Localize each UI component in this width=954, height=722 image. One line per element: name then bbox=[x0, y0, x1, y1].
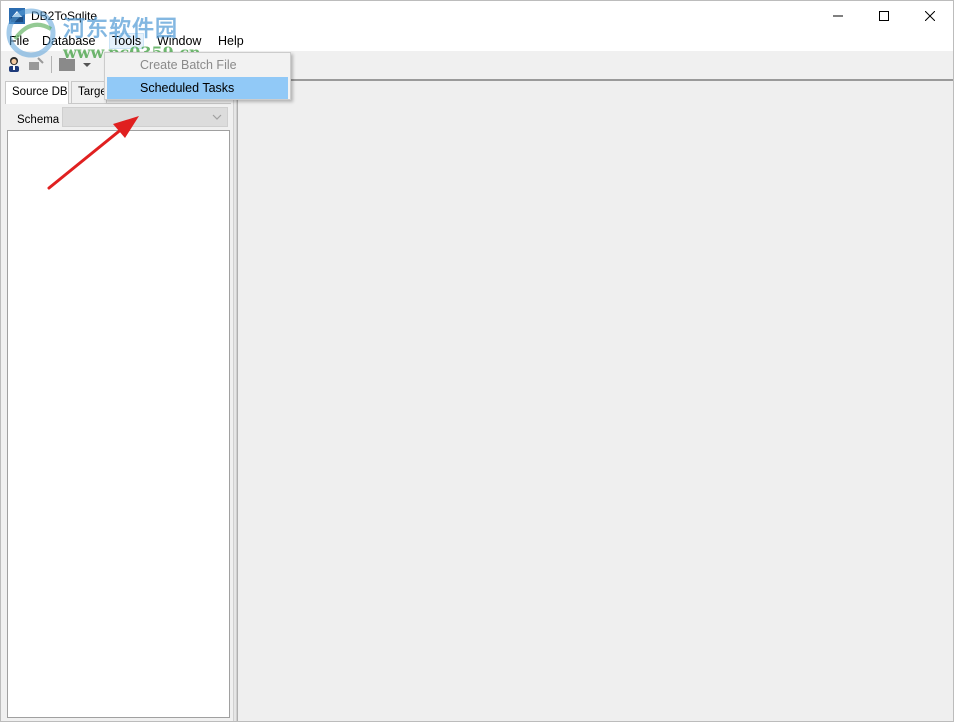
menu-window[interactable]: Window bbox=[157, 34, 201, 48]
app-window: DB2ToSqlite File Database Tools Window H… bbox=[0, 0, 954, 722]
disconnect-icon[interactable] bbox=[27, 55, 45, 73]
close-icon bbox=[925, 11, 935, 21]
toolbar-separator bbox=[51, 56, 52, 73]
close-button[interactable] bbox=[907, 1, 953, 31]
menu-file[interactable]: File bbox=[9, 34, 29, 48]
menu-tools[interactable]: Tools bbox=[108, 33, 145, 49]
menu-bar: File Database Tools Window Help bbox=[1, 31, 953, 51]
maximize-icon bbox=[879, 11, 889, 21]
object-tree[interactable] bbox=[7, 130, 230, 718]
menu-database[interactable]: Database bbox=[42, 34, 96, 48]
menu-help[interactable]: Help bbox=[218, 34, 244, 48]
schema-label: Schema bbox=[17, 114, 60, 126]
chevron-down-icon bbox=[212, 114, 222, 120]
folder-icon[interactable] bbox=[58, 55, 76, 73]
menu-item-scheduled-tasks[interactable]: Scheduled Tasks bbox=[107, 77, 288, 99]
dropdown-arrow-icon[interactable] bbox=[83, 63, 91, 67]
window-title: DB2ToSqlite bbox=[31, 9, 98, 23]
title-bar[interactable]: DB2ToSqlite bbox=[1, 1, 953, 31]
workspace-area bbox=[237, 79, 953, 721]
app-logo-icon bbox=[9, 8, 25, 24]
minimize-button[interactable] bbox=[815, 1, 861, 31]
schema-select[interactable] bbox=[62, 107, 228, 127]
menu-item-create-batch-file: Create Batch File bbox=[140, 58, 237, 72]
left-panel: Source DB Targe Schema bbox=[1, 79, 233, 721]
connect-user-icon[interactable] bbox=[5, 55, 23, 73]
tab-target-db[interactable]: Targe bbox=[71, 81, 107, 103]
maximize-button[interactable] bbox=[861, 1, 907, 31]
tools-dropdown-menu: Create Batch File Scheduled Tasks bbox=[104, 52, 291, 100]
tab-source-db[interactable]: Source DB bbox=[5, 81, 69, 104]
minimize-icon bbox=[833, 15, 843, 17]
